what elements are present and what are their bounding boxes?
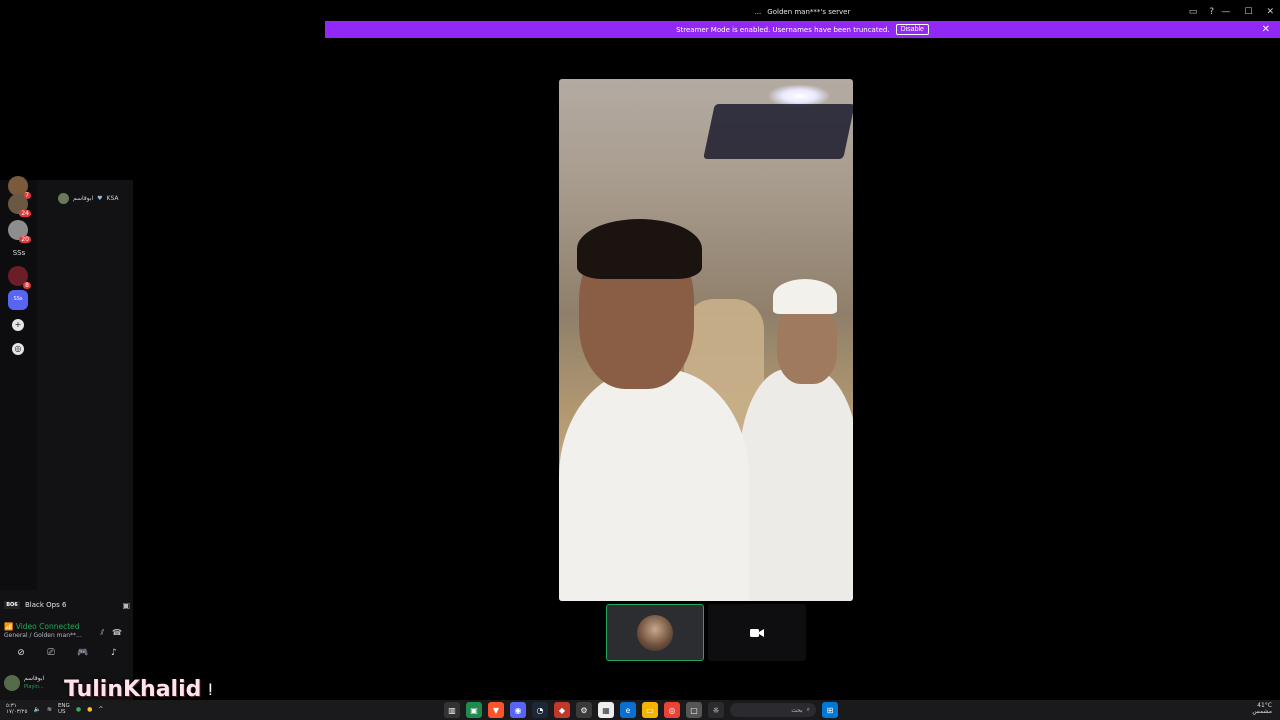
mic-icon[interactable]: ● [76, 706, 81, 713]
person-right-body [739, 369, 853, 601]
person-left-hair [577, 219, 702, 279]
file-explorer-icon[interactable]: ▭ [642, 702, 658, 718]
camera-off-icon[interactable]: ⊘ [17, 648, 25, 662]
user-info: ابوقاسم Playin... [24, 675, 44, 691]
avatar [4, 675, 20, 691]
app-icon-gray[interactable]: ▢ [686, 702, 702, 718]
voice-status-text: Video Connected [15, 622, 80, 631]
help-icon[interactable]: ? [1209, 7, 1214, 17]
close-icon[interactable]: ✕ [1262, 21, 1270, 38]
edge-icon[interactable]: e [620, 702, 636, 718]
soundboard-icon[interactable]: ♪ [111, 648, 117, 662]
volume-icon[interactable]: 🔈 [33, 706, 40, 713]
server-icon-active[interactable]: SSs [8, 290, 28, 310]
server-folder-label[interactable]: SSs [4, 249, 34, 257]
disable-streamer-mode-button[interactable]: Disable [895, 24, 929, 35]
disconnect-icon[interactable]: ☎ [112, 628, 122, 638]
voice-icons: ⫽ ☎ [100, 628, 122, 638]
steam-icon[interactable]: ◔ [532, 702, 548, 718]
voice-actions: ⊘ ⎚ 🎮 ♪ [6, 648, 128, 662]
maximize-button[interactable]: ☐ [1244, 7, 1252, 17]
taskbar: ٥:٣١ ١٧/٠٣/٢٥ 🔈 ≋ ENG US ● ● ^ ▥ ▣ ▼ ◉ ◔… [0, 700, 1280, 720]
noise-suppression-icon[interactable]: ⫽ [100, 628, 104, 638]
chrome-icon[interactable]: ◎ [664, 702, 680, 718]
system-tray: ٥:٣١ ١٧/٠٣/٢٥ 🔈 ≋ ENG US ● ● ^ [6, 703, 103, 715]
close-window-button[interactable]: ✕ [1266, 7, 1274, 17]
server-icon[interactable]: 20 [8, 220, 31, 243]
discord-icon[interactable]: ◉ [510, 702, 526, 718]
activity-settings-icon[interactable]: ▣ [122, 601, 130, 610]
tray-app-icon[interactable]: ● [87, 706, 92, 713]
video-thumbnail-selected[interactable] [606, 604, 704, 661]
language-indicator[interactable]: ENG US [58, 703, 70, 715]
member-name: ابوقاسم [73, 195, 94, 202]
mention-badge: 8 [23, 282, 31, 289]
screen: ... Golden man***'s server ▭ ? — ☐ ✕ Str… [0, 0, 1280, 720]
activity-panel[interactable]: BO6 Black Ops 6 ▣ [4, 594, 130, 616]
brave-browser-icon[interactable]: ▼ [488, 702, 504, 718]
server-icon[interactable]: 8 [8, 266, 31, 289]
activity-icon[interactable]: 🎮 [77, 648, 88, 662]
store-icon[interactable]: ▦ [598, 702, 614, 718]
streamer-mode-banner: Streamer Mode is enabled. Usernames have… [325, 21, 1280, 38]
member-tag: KSA [106, 195, 119, 202]
weather-widget[interactable]: 41°C مشمس [1252, 703, 1272, 715]
voice-member[interactable]: ابوقاسم ♥ KSA [58, 193, 119, 204]
server-icon[interactable]: 7 [8, 176, 31, 199]
titlebar-tools: ▭ ? [1189, 4, 1214, 20]
windows-start-icon[interactable]: ⊞ [822, 702, 838, 718]
window-titlebar: ... Golden man***'s server ▭ ? — ☐ ✕ [325, 4, 1280, 20]
game-name: Black Ops 6 [25, 601, 67, 609]
signal-icon: 📶 [4, 622, 14, 631]
banner-message: Streamer Mode is enabled. Usernames have… [676, 25, 890, 34]
video-camera-icon [750, 628, 764, 637]
person-right-head [777, 304, 837, 384]
watermark-icon: ⵑ [208, 680, 213, 699]
watermark-text: TulinKhalid [64, 677, 202, 702]
person-left-body [559, 369, 749, 601]
window-controls: — ☐ ✕ [1221, 4, 1274, 20]
heart-icon: ♥ [97, 195, 103, 202]
inbox-icon[interactable]: ▭ [1189, 7, 1198, 17]
user-name: ابوقاسم [24, 675, 45, 682]
task-view-icon[interactable]: ▥ [444, 702, 460, 718]
wifi-icon[interactable]: ≋ [47, 706, 52, 713]
camera-tile[interactable] [708, 604, 806, 661]
search-placeholder: بحث [791, 706, 803, 714]
taskbar-search[interactable]: بحث ⌕ [730, 703, 816, 717]
clock-date: ١٧/٠٣/٢٥ [6, 709, 28, 715]
person-right-cap [773, 279, 837, 314]
chevron-up-icon[interactable]: ^ [98, 706, 103, 713]
app-icon-red[interactable]: ◆ [554, 702, 570, 718]
mention-badge: 24 [19, 210, 31, 217]
lang-region: US [57, 709, 66, 715]
server-icon-label: SSs [13, 296, 23, 302]
screen-share-icon[interactable]: ⎚ [47, 648, 54, 662]
mention-badge: 20 [19, 236, 31, 243]
sunroof [703, 104, 853, 159]
clock[interactable]: ٥:٣١ ١٧/٠٣/٢٥ [6, 703, 27, 715]
add-server-icon[interactable]: + [12, 319, 24, 331]
taskbar-apps: ▥ ▣ ▼ ◉ ◔ ◆ ⚙ ▦ e ▭ ◎ ▢ ☼ بحث ⌕ ⊞ [444, 702, 838, 718]
app-icon-green[interactable]: ▣ [466, 702, 482, 718]
settings-icon[interactable]: ⚙ [576, 702, 592, 718]
title-menu-icon[interactable]: ... [755, 8, 762, 16]
server-rail: 7 24 20 SSs 8 SSs + ◎ [0, 176, 37, 590]
window-title: Golden man***'s server [767, 8, 851, 16]
main-video-feed[interactable] [559, 79, 853, 601]
user-status: Playin... [24, 684, 44, 690]
voice-status-panel: 📶 Video Connected General / Golden man**… [4, 622, 130, 646]
search-icon: ⌕ [806, 706, 810, 713]
avatar [58, 193, 69, 204]
participant-face [637, 614, 673, 651]
game-logo: BO6 [4, 601, 20, 609]
weather-desc: مشمس [1252, 708, 1272, 715]
window-title-wrap: ... Golden man***'s server [755, 8, 851, 16]
widgets-icon[interactable]: ☼ [708, 702, 724, 718]
minimize-button[interactable]: — [1221, 7, 1230, 17]
server-icon[interactable]: 24 [8, 194, 31, 217]
explore-icon[interactable]: ◎ [12, 343, 24, 355]
